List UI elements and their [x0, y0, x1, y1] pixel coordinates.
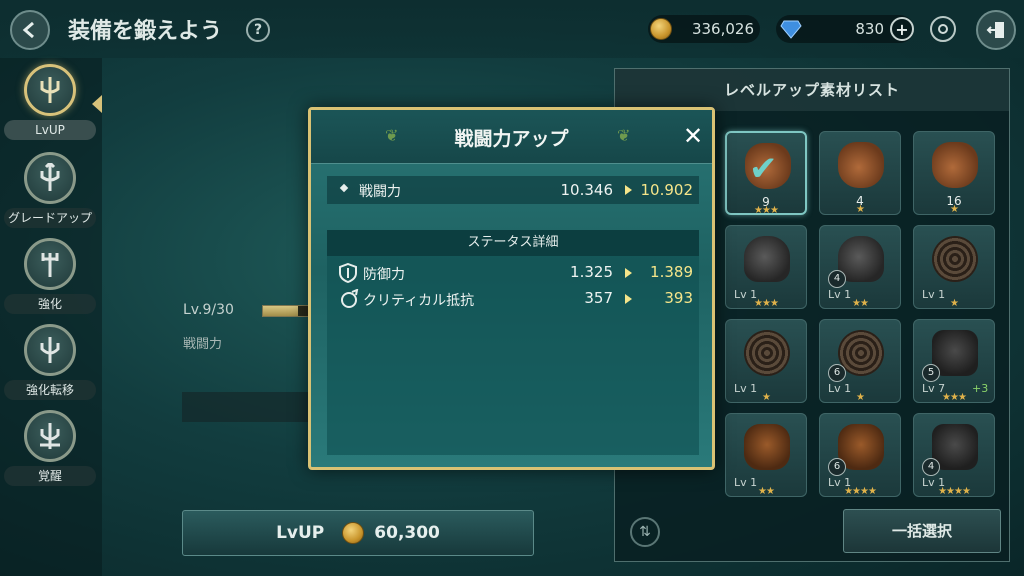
star-rating: ★★★ — [754, 205, 779, 216]
star-rating: ★★ — [758, 486, 775, 497]
star-rating: ★ — [950, 298, 959, 309]
material-card[interactable]: Lv 1 ★★★ — [725, 225, 807, 309]
grade-badge: 4 — [922, 458, 940, 476]
sidebar-item-grade-up[interactable]: グレードアップ — [0, 146, 102, 232]
power-row: 戦闘力 10.346 10.902 — [327, 176, 699, 204]
material-card[interactable]: 6 Lv 1 ★ — [819, 319, 901, 403]
help-button[interactable]: ? — [246, 18, 270, 42]
star-rating: ★ — [856, 204, 865, 215]
leather-icon — [744, 424, 790, 470]
sidebar-label: 強化転移 — [4, 380, 96, 400]
lvup-button[interactable]: LvUP 60,300 — [182, 510, 534, 556]
lvup-cost: 60,300 — [374, 523, 440, 543]
status-detail-box: ステータス詳細 防御力 1.325 1.389 クリティカル抵抗 357 393 — [327, 230, 699, 455]
gold-coin-icon — [650, 18, 672, 40]
stat-old-value: 1.325 — [570, 263, 613, 281]
grade-badge: 6 — [828, 364, 846, 382]
grade-up-icon — [24, 152, 76, 204]
bag-icon — [838, 142, 884, 188]
material-card[interactable]: 5 Lv 7 +3 ★★★ — [913, 319, 995, 403]
material-card[interactable]: 4 ★ — [819, 131, 901, 215]
sidebar-item-enhance[interactable]: 強化 — [0, 232, 102, 318]
power-label: 戦闘力 — [183, 337, 223, 352]
bulk-select-button[interactable]: 一括選択 — [843, 509, 1001, 553]
coil-icon — [932, 236, 978, 282]
selected-check-icon: ✔ — [749, 149, 778, 189]
stat-label: クリティカル抵抗 — [363, 293, 475, 309]
stat-row: 防御力 1.325 1.389 — [327, 260, 699, 286]
material-card[interactable]: Lv 1 ★ — [913, 225, 995, 309]
back-arrow-icon — [22, 21, 34, 39]
sidebar-label: LvUP — [4, 120, 96, 140]
modal-header: ❦ 戦闘力アップ ❦ ✕ — [311, 110, 712, 164]
diamond-bullet-icon — [339, 183, 349, 193]
grade-badge: 5 — [922, 364, 940, 382]
grade-badge: 4 — [828, 270, 846, 288]
bag-icon — [932, 142, 978, 188]
star-rating: ★ — [762, 392, 771, 403]
star-rating: ★ — [950, 204, 959, 215]
material-card[interactable]: 6 Lv 1 ★★★★ — [819, 413, 901, 497]
material-card[interactable]: 4 Lv 1 ★★ — [819, 225, 901, 309]
helm-icon — [744, 236, 790, 282]
stat-label: 防御力 — [363, 267, 405, 283]
stat-new-value: 393 — [664, 289, 693, 307]
gem-icon — [780, 20, 802, 39]
level-progress-fill — [263, 306, 298, 316]
sidebar-label: 強化 — [4, 294, 96, 314]
material-card[interactable]: 16 ★ — [913, 131, 995, 215]
awaken-icon — [24, 410, 76, 462]
close-button[interactable]: ✕ — [679, 122, 707, 150]
enhance-plus-icon — [24, 238, 76, 290]
stat-row: クリティカル抵抗 357 393 — [327, 286, 699, 312]
sidebar-label: グレードアップ — [4, 208, 96, 228]
gem-amount: 830 — [855, 20, 884, 38]
power-up-modal: ❦ 戦闘力アップ ❦ ✕ 戦闘力 10.346 10.902 ステータス詳細 防… — [308, 107, 715, 470]
stat-new-value: 1.389 — [650, 263, 693, 281]
material-card[interactable]: Lv 1 ★★ — [725, 413, 807, 497]
equipment-level: Lv.9/30 — [183, 302, 234, 318]
material-card[interactable]: ✔ 9 ★★★ — [725, 131, 807, 216]
exit-button[interactable] — [976, 10, 1016, 50]
power-new-value: 10.902 — [640, 181, 694, 199]
add-gems-button[interactable]: + — [890, 17, 914, 41]
star-rating: ★★★★ — [844, 486, 877, 497]
coil-icon — [744, 330, 790, 376]
gold-amount: 336,026 — [691, 20, 754, 38]
page-title: 装備を鍛えよう — [68, 19, 223, 44]
material-list-title: レベルアップ素材リスト — [615, 69, 1009, 111]
trident-icon — [24, 64, 76, 116]
back-button[interactable] — [10, 10, 50, 50]
leaf-ornament-icon: ❦ — [617, 126, 631, 145]
sidebar-item-transfer[interactable]: 強化転移 — [0, 318, 102, 404]
transfer-icon — [24, 324, 76, 376]
star-rating: ★★★ — [942, 392, 967, 403]
star-rating: ★ — [856, 392, 865, 403]
material-card[interactable]: Lv 1 ★ — [725, 319, 807, 403]
sidebar-item-lvup[interactable]: LvUP — [0, 58, 102, 144]
sidebar-item-awaken[interactable]: 覚醒 — [0, 404, 102, 490]
star-rating: ★★★ — [754, 298, 779, 309]
shield-icon — [339, 263, 357, 283]
crit-resist-icon — [341, 289, 359, 308]
material-card[interactable]: 4 Lv 1 ★★★★ — [913, 413, 995, 497]
grade-badge: 6 — [828, 458, 846, 476]
power-old-value: 10.346 — [560, 181, 614, 199]
active-indicator — [92, 95, 102, 113]
star-rating: ★★ — [852, 298, 869, 309]
lvup-label: LvUP — [276, 523, 325, 543]
gold-coin-icon — [342, 522, 365, 544]
star-rating: ★★★★ — [938, 486, 971, 497]
stat-old-value: 357 — [584, 289, 613, 307]
exit-door-icon — [986, 22, 1004, 38]
sidebar-label: 覚醒 — [4, 466, 96, 486]
gear-icon — [938, 24, 948, 34]
power-label: 戦闘力 — [359, 184, 401, 200]
settings-button[interactable] — [930, 16, 956, 42]
sort-button[interactable]: ⇅ — [630, 517, 660, 547]
status-detail-title: ステータス詳細 — [327, 230, 699, 256]
